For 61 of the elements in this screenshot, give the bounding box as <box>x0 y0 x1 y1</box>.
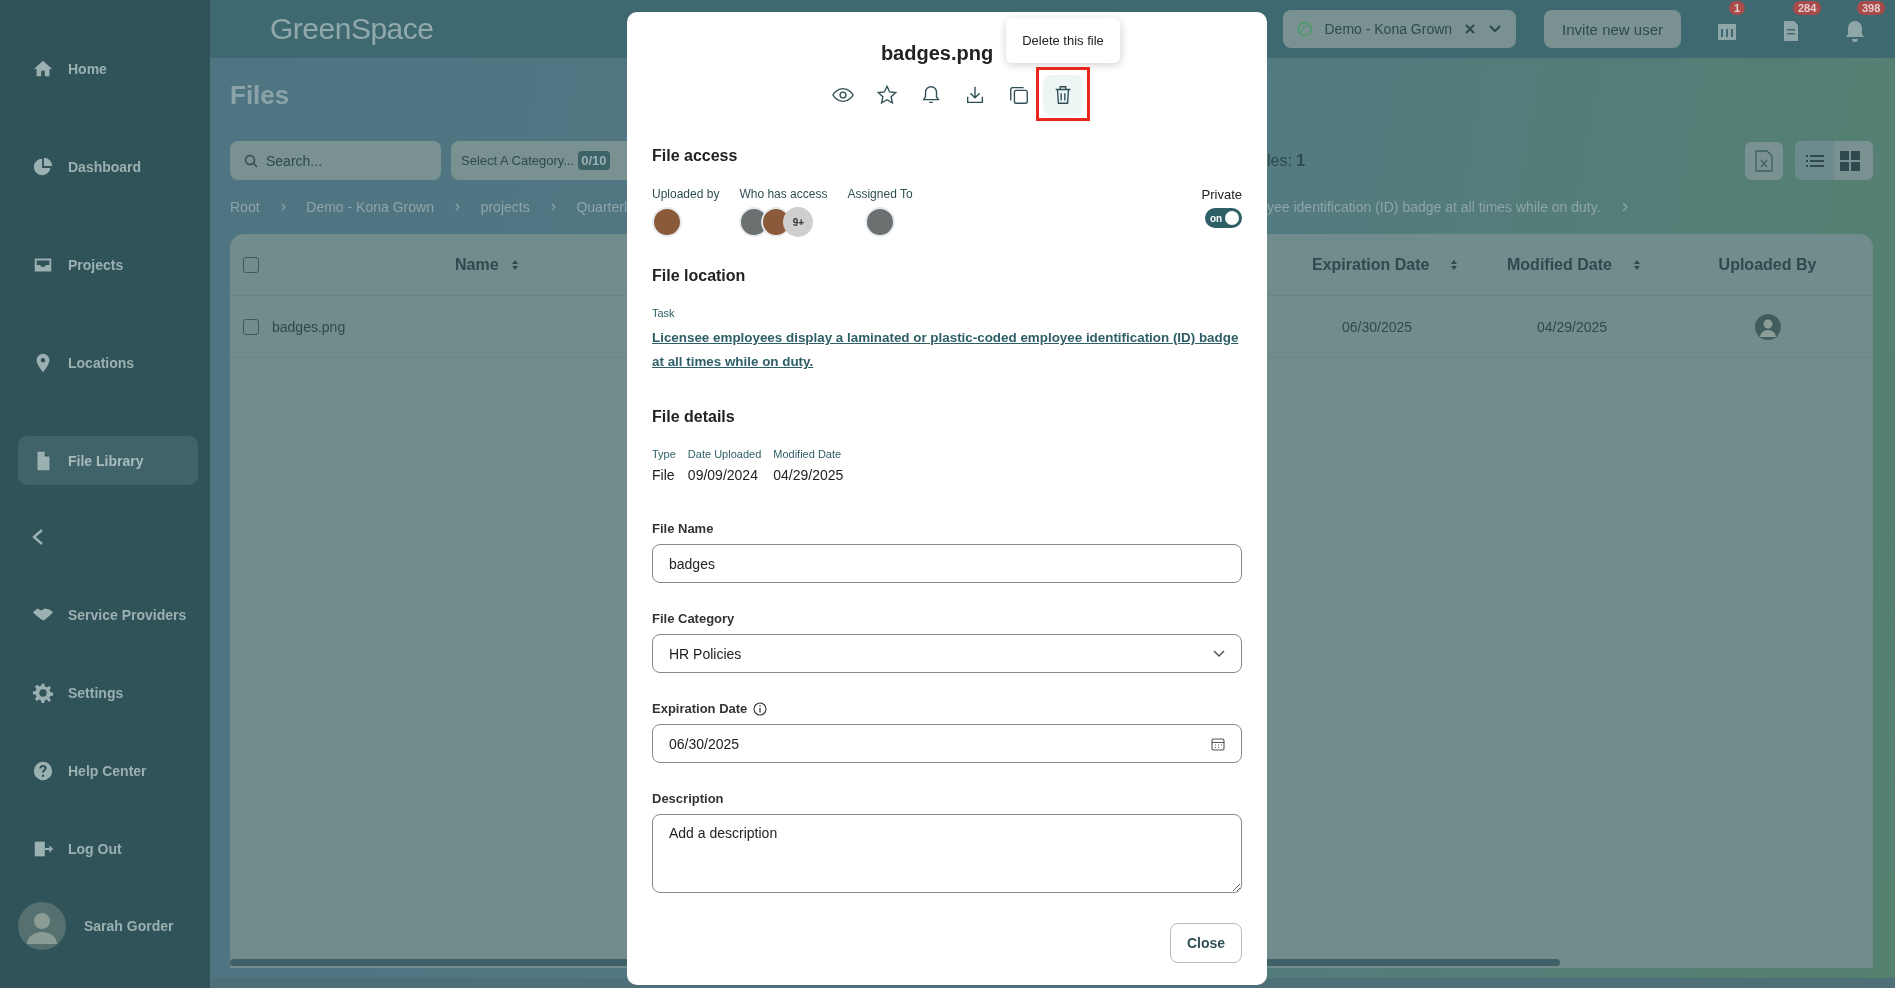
notification-badge: 398 <box>1857 1 1886 15</box>
file-category-select[interactable]: HR Policies <box>652 634 1242 673</box>
sidebar-item[interactable]: Help Center <box>18 746 198 795</box>
field-label: File Name <box>652 521 715 536</box>
category-select[interactable]: Select A Category... 0/10 <box>451 141 627 180</box>
field-value: File <box>652 467 676 483</box>
task-link[interactable]: Licensee employees display a laminated or plastic-coded employee identification (ID) badge at all times while on duty. <box>652 326 1242 374</box>
field-value: 09/09/2024 <box>687 467 759 483</box>
breadcrumb-link[interactable]: Quarterl <box>576 199 627 215</box>
more-users-badge[interactable]: 9+ <box>783 207 814 237</box>
search-field[interactable]: Search... <box>230 141 441 180</box>
private-label: Private <box>1201 187 1242 202</box>
tooltip: Delete this file <box>1006 18 1120 63</box>
file-name-input[interactable]: badges <box>652 544 1242 583</box>
column-header: Uploaded By <box>1717 255 1818 274</box>
field-label: Who has access <box>739 187 828 201</box>
page-title: Files <box>230 80 290 111</box>
field-label: Modified Date <box>773 448 843 460</box>
table-cell-text: 06/30/2025 <box>1341 318 1414 335</box>
organization-name: Demo - Kona Grown <box>1324 21 1453 37</box>
description-input[interactable]: Add a description <box>652 814 1242 893</box>
notification-badge: 284 <box>1793 1 1822 15</box>
breadcrumb-link[interactable]: Root <box>230 199 260 215</box>
private-toggle[interactable]: on <box>1205 208 1242 228</box>
column-header[interactable]: Modified Date <box>1507 255 1612 274</box>
breadcrumb-link[interactable]: Demo - Kona Grown <box>306 199 434 215</box>
section-heading: File location <box>652 267 747 285</box>
field-label: Assigned To <box>847 187 913 201</box>
field-label: Task <box>652 307 676 319</box>
close-button[interactable]: Close <box>1169 923 1242 963</box>
field-label: File Category <box>652 611 736 626</box>
breadcrumb-link[interactable]: projects <box>480 199 530 215</box>
column-header[interactable]: Expiration Date <box>1312 255 1430 274</box>
field-label: Type <box>652 448 676 460</box>
field-label: Expiration Date <box>652 701 748 716</box>
sidebar-item[interactable]: Home <box>18 44 198 93</box>
user-name: Sarah Gorder <box>84 918 174 934</box>
logo: GreenSpace <box>270 12 434 46</box>
sidebar-item[interactable]: File Library <box>18 436 198 485</box>
category-label: Select A Category... <box>461 153 575 168</box>
sidebar-item[interactable]: Settings <box>18 668 198 717</box>
expiration-date-input[interactable]: 06/30/2025 <box>652 724 1242 763</box>
table-cell-text: 04/29/2025 <box>1536 318 1609 335</box>
section-heading: File access <box>652 147 739 165</box>
field-label: Uploaded by <box>652 187 720 201</box>
invite-user-button[interactable]: Invite new user <box>1544 10 1681 48</box>
field-label: Date Uploaded <box>687 448 762 460</box>
column-header[interactable]: Name <box>455 255 499 274</box>
section-heading: File details <box>652 408 736 426</box>
file-name-cell[interactable]: badges.png <box>272 318 346 335</box>
sidebar-item[interactable]: Log Out <box>18 824 198 873</box>
field-label: Description <box>652 791 725 806</box>
sidebar-item[interactable]: Projects <box>18 240 198 289</box>
field-value: 04/29/2025 <box>773 467 844 483</box>
sidebar-item[interactable]: Service Providers <box>18 590 198 639</box>
dialog-title: badges.png <box>880 42 995 65</box>
sidebar-item[interactable]: Dashboard <box>18 142 198 191</box>
organization-selector[interactable]: Demo - Kona Grown <box>1282 10 1517 48</box>
sidebar-item[interactable]: Locations <box>18 338 198 387</box>
category-count: 0/10 <box>578 151 610 170</box>
notification-badge: 1 <box>1729 1 1746 15</box>
